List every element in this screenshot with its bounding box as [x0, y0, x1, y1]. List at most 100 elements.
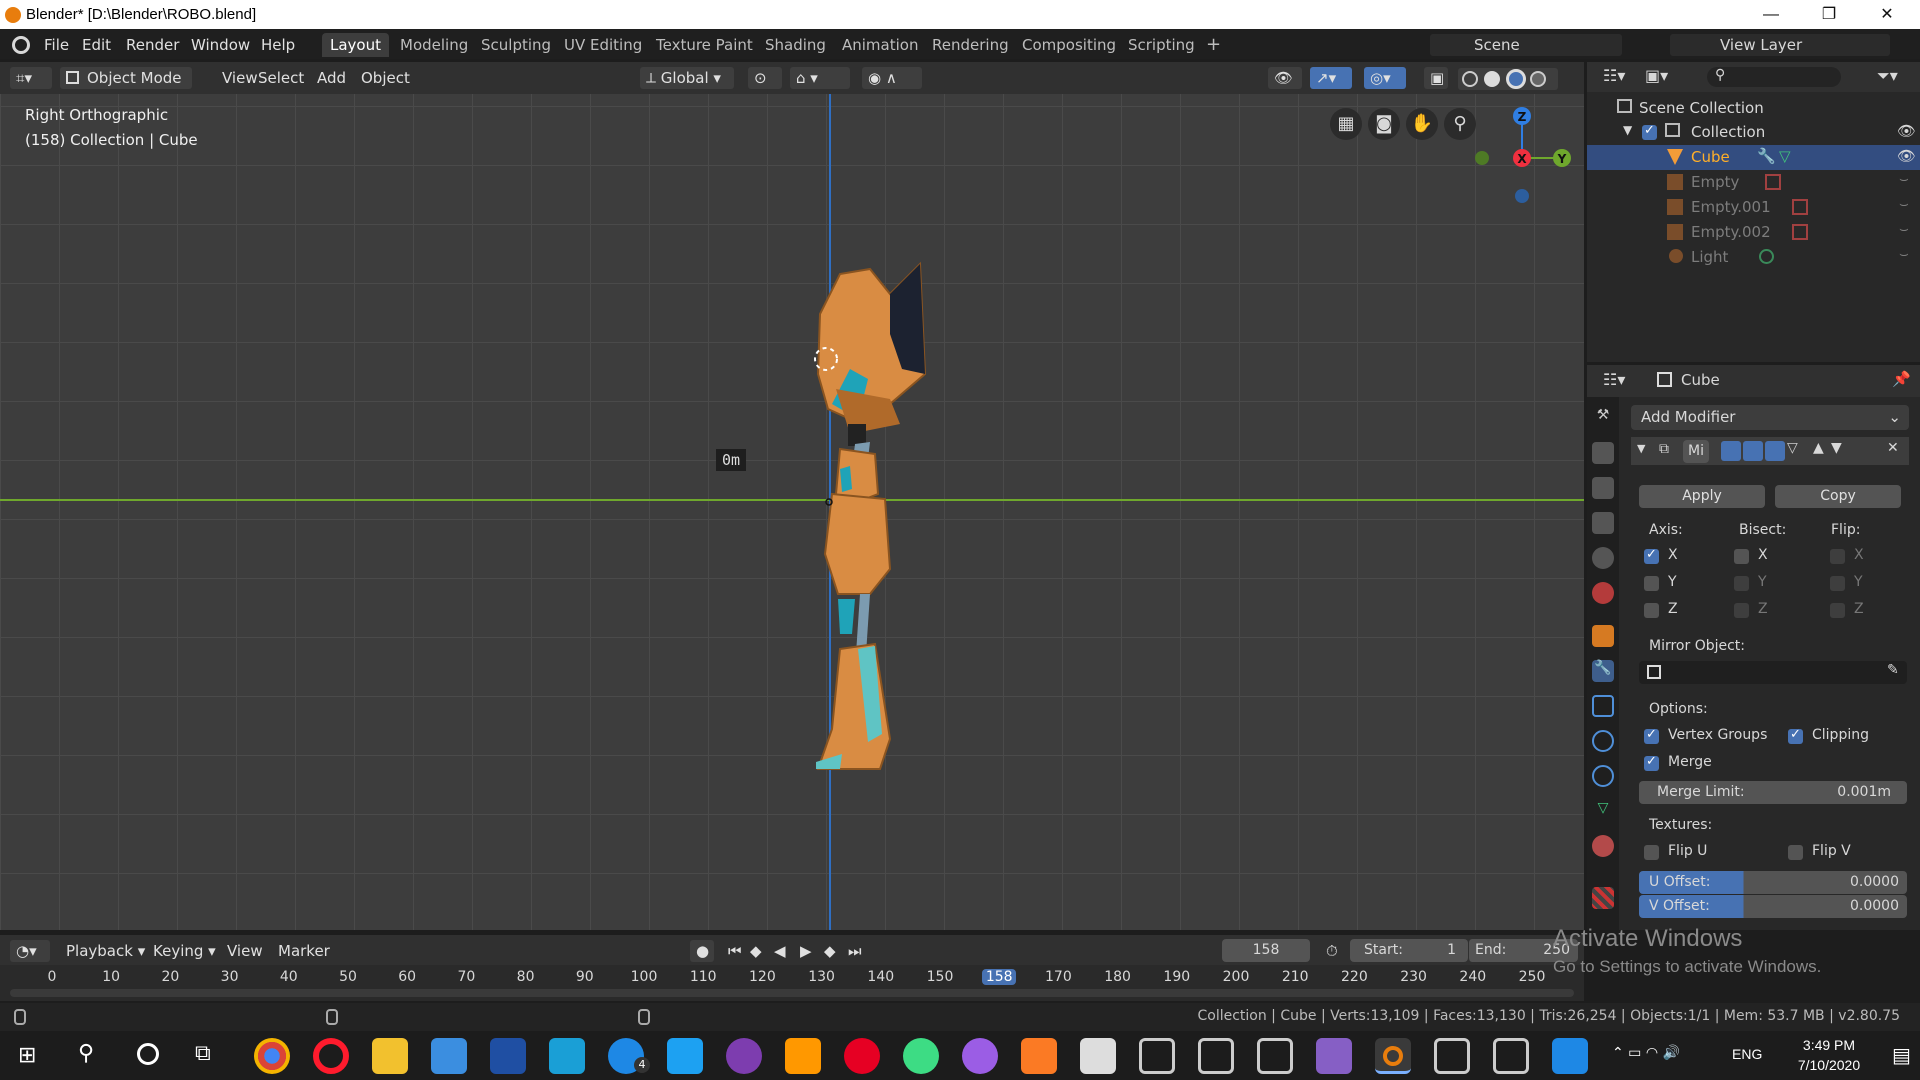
clipping-checkbox[interactable] [1788, 727, 1803, 744]
xampp-icon[interactable] [1021, 1038, 1057, 1074]
eye-closed-icon[interactable]: ⌣ [1899, 245, 1909, 263]
mode-selector[interactable]: Object Mode ▾ [60, 67, 192, 109]
microsoft-store-icon[interactable] [431, 1038, 467, 1074]
collapse-arrow-icon[interactable]: ▼ [1637, 442, 1645, 455]
modifier-tab-icon[interactable]: 🔧 [1592, 660, 1614, 682]
unity-editor-2-icon[interactable] [1493, 1038, 1529, 1074]
outliner-scene-collection[interactable]: Scene Collection [1587, 96, 1920, 121]
apply-button[interactable]: Apply [1639, 485, 1765, 508]
menu-playback[interactable]: Playback ▾ [60, 940, 151, 962]
cortana-icon[interactable] [137, 1043, 159, 1065]
record-icon[interactable]: ● [690, 940, 714, 962]
scene-tab-icon[interactable] [1592, 547, 1614, 569]
on-cage-toggle-icon[interactable]: ▽ [1787, 440, 1798, 456]
properties-editor-icon[interactable]: ☷▾ [1603, 370, 1625, 389]
timeline-scrollbar[interactable] [10, 989, 1574, 997]
output-tab-icon[interactable] [1592, 477, 1614, 499]
expand-arrow-icon[interactable]: ▼ [1623, 123, 1632, 137]
eyedropper-icon[interactable]: ✎ [1887, 662, 1899, 678]
navigation-gizmo[interactable]: Z X Y [1470, 104, 1580, 214]
tab-scripting[interactable]: Scripting [1120, 33, 1203, 57]
axis-x-checkbox[interactable] [1644, 547, 1659, 564]
opera-icon[interactable] [313, 1038, 349, 1074]
grid-toggle-icon[interactable]: ▦ [1330, 108, 1362, 140]
tab-shading[interactable]: Shading [757, 33, 834, 57]
filter-view-icon[interactable]: ▣▾ [1645, 66, 1668, 85]
menu-edit[interactable]: Edit [82, 36, 111, 54]
overlay-toggle-icon[interactable]: ◎▾ [1364, 67, 1406, 89]
restore-button[interactable]: ❐ [1806, 2, 1852, 28]
twitter-icon[interactable] [667, 1038, 703, 1074]
snap-icon[interactable]: ⌂ ▾ [790, 67, 850, 89]
constraints-tab-icon[interactable] [1592, 765, 1614, 787]
camera-render-toggle-icon[interactable] [1721, 441, 1741, 461]
mirror-object-field[interactable]: ✎ [1639, 661, 1907, 684]
close-button[interactable]: ✕ [1864, 2, 1910, 28]
transform-orientation-selector[interactable]: ⟂ Global ▾ [640, 67, 734, 89]
sublime-text-icon[interactable] [785, 1038, 821, 1074]
material-tab-icon[interactable] [1592, 835, 1614, 857]
prev-keyframe-icon[interactable]: ◆ [744, 940, 768, 962]
edit-mode-toggle-icon[interactable] [1765, 441, 1785, 461]
language-indicator[interactable]: ENG [1732, 1046, 1762, 1062]
outliner-item-empty-001[interactable]: Empty.001 ⌣ [1587, 195, 1920, 220]
robot-model[interactable] [740, 194, 940, 884]
outliner-item-empty-002[interactable]: Empty.002 ⌣ [1587, 220, 1920, 245]
modifier-name-field[interactable]: Mi [1683, 440, 1709, 463]
view-layer-selector[interactable]: View Layer [1670, 34, 1890, 56]
next-keyframe-icon[interactable]: ◆ [818, 940, 842, 962]
menu-file[interactable]: File [44, 36, 69, 54]
merge-limit-field[interactable]: Merge Limit: 0.001m [1639, 781, 1907, 804]
outliner-item-cube[interactable]: Cube 🔧 ▽ 👁 [1587, 145, 1920, 170]
eye-closed-icon[interactable]: ⌣ [1899, 170, 1909, 188]
vertex-groups-checkbox[interactable] [1644, 727, 1659, 744]
bisect-z-checkbox[interactable] [1734, 603, 1749, 618]
instagram-icon[interactable] [549, 1038, 585, 1074]
realtime-display-toggle-icon[interactable] [1743, 441, 1763, 461]
notepad-icon[interactable] [1080, 1038, 1116, 1074]
eye-icon[interactable]: 👁 [1897, 122, 1916, 140]
move-up-icon[interactable]: ▲ [1813, 440, 1824, 456]
minimize-button[interactable]: — [1748, 2, 1794, 28]
editor-type-button[interactable]: ⌗▾ [10, 67, 52, 89]
tab-sculpting[interactable]: Sculpting [473, 33, 559, 57]
outliner-collection[interactable]: ▼ Collection 👁 [1587, 120, 1920, 145]
pinterest-icon[interactable] [844, 1038, 880, 1074]
outliner-item-empty[interactable]: Empty ⌣ [1587, 170, 1920, 195]
tab-uv-editing[interactable]: UV Editing [556, 33, 650, 57]
view-layer-tab-icon[interactable] [1592, 512, 1614, 534]
menu-keying[interactable]: Keying ▾ [147, 940, 222, 962]
solid-shading-icon[interactable] [1484, 71, 1500, 87]
preview-range-icon[interactable]: ⏱ [1320, 940, 1344, 962]
outliner-search-input[interactable]: ⚲ [1707, 67, 1841, 87]
flip-x-checkbox[interactable] [1830, 549, 1845, 564]
menu-object[interactable]: Object [355, 67, 416, 89]
chrome-icon[interactable] [254, 1038, 290, 1074]
menu-help[interactable]: Help [261, 36, 295, 54]
xray-icon[interactable]: ▣ [1424, 67, 1448, 89]
search-icon[interactable]: ⚲ [78, 1041, 94, 1066]
tool-tab-icon[interactable]: ⚒ [1592, 407, 1614, 429]
play-icon[interactable]: ▶ [794, 940, 818, 962]
pivot-icon[interactable]: ⊙ [748, 67, 782, 89]
tab-layout[interactable]: Layout [322, 33, 389, 57]
copy-button[interactable]: Copy [1775, 485, 1901, 508]
outliner-item-light[interactable]: Light ⌣ [1587, 245, 1920, 270]
move-down-icon[interactable]: ▼ [1831, 440, 1842, 456]
menu-timeline-view[interactable]: View [221, 940, 269, 962]
visual-studio-icon[interactable] [1316, 1038, 1352, 1074]
scene-selector[interactable]: Scene [1430, 34, 1622, 56]
flip-z-checkbox[interactable] [1830, 603, 1845, 618]
android-studio-icon[interactable] [903, 1038, 939, 1074]
world-tab-icon[interactable] [1592, 582, 1614, 604]
timeline[interactable]: 0 10 20 30 40 50 60 70 80 90 100 110 120 130 140 150 158… [0, 965, 1584, 1001]
git-icon[interactable] [1139, 1038, 1175, 1074]
notifications-icon[interactable]: ▤ [1892, 1043, 1911, 1067]
current-frame-indicator[interactable]: 158 [982, 969, 1017, 985]
render-tab-icon[interactable] [1592, 442, 1614, 464]
tab-texture-paint[interactable]: Texture Paint [648, 33, 761, 57]
file-explorer-icon[interactable] [372, 1038, 408, 1074]
eye-closed-icon[interactable]: ⌣ [1899, 195, 1909, 213]
play-reverse-icon[interactable]: ◀ [768, 940, 792, 962]
remove-modifier-icon[interactable]: ✕ [1887, 440, 1899, 456]
